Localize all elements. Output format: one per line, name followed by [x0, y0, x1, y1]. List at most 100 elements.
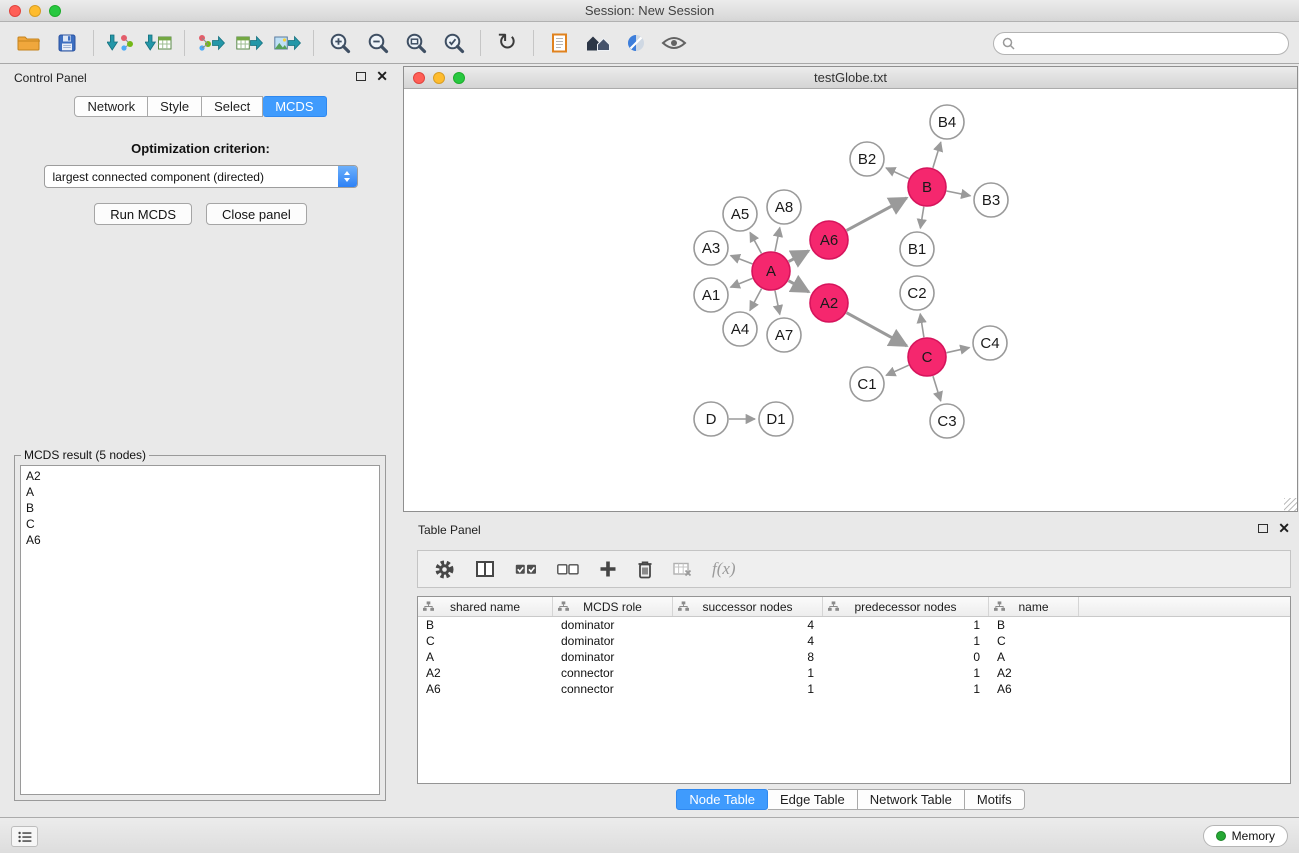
column-header-successor-nodes[interactable]: successor nodes [673, 597, 823, 616]
minimize-network-button[interactable] [433, 72, 445, 84]
table-cell[interactable]: A2 [418, 665, 553, 681]
save-session-button[interactable] [48, 27, 86, 59]
show-hide-button[interactable] [655, 27, 693, 59]
graph-edge-A-A1[interactable] [730, 278, 752, 287]
graph-node-A4[interactable]: A4 [723, 312, 757, 346]
search-field[interactable] [993, 32, 1289, 55]
column-header-predecessor-nodes[interactable]: predecessor nodes [823, 597, 989, 616]
resize-grip-icon[interactable] [1284, 498, 1297, 511]
open-file-button[interactable] [10, 27, 48, 59]
graph-node-D[interactable]: D [694, 402, 728, 436]
graph-node-A3[interactable]: A3 [694, 231, 728, 265]
graph-edge-C-C1[interactable] [886, 365, 909, 375]
table-cell[interactable]: A [989, 649, 1079, 665]
network-graph[interactable]: B4B2BB3A5A8A6B1A3AC2A1A2A4A7C4CC1C3DD1 [404, 90, 1297, 511]
graph-edge-A-A4[interactable] [750, 289, 762, 311]
table-cell[interactable]: 4 [673, 633, 823, 649]
float-panel-icon[interactable] [356, 72, 366, 81]
tab-mcds[interactable]: MCDS [263, 96, 326, 117]
search-input[interactable] [1020, 35, 1280, 51]
maximize-window-button[interactable] [49, 5, 61, 17]
minimize-window-button[interactable] [29, 5, 41, 17]
close-window-button[interactable] [9, 5, 21, 17]
zoom-in-button[interactable] [321, 27, 359, 59]
table-cell[interactable]: 1 [823, 617, 989, 633]
network-canvas[interactable]: B4B2BB3A5A8A6B1A3AC2A1A2A4A7C4CC1C3DD1 [404, 90, 1297, 511]
graph-edge-A-A2[interactable] [789, 281, 809, 292]
table-cell[interactable]: B [989, 617, 1079, 633]
float-table-panel-icon[interactable] [1258, 524, 1268, 533]
graph-node-A8[interactable]: A8 [767, 190, 801, 224]
graph-edge-B-B3[interactable] [947, 191, 971, 196]
table-row[interactable]: Bdominator41B [418, 617, 1290, 633]
import-network-file-button[interactable] [101, 27, 139, 59]
graph-node-C[interactable]: C [908, 338, 946, 376]
graph-node-A2[interactable]: A2 [810, 284, 848, 322]
table-cell[interactable]: dominator [553, 633, 673, 649]
graph-node-B3[interactable]: B3 [974, 183, 1008, 217]
graph-node-A7[interactable]: A7 [767, 318, 801, 352]
tab-select[interactable]: Select [202, 96, 263, 117]
tab-style[interactable]: Style [148, 96, 202, 117]
mcds-result-item[interactable]: C [26, 516, 374, 532]
tab-motifs[interactable]: Motifs [965, 789, 1025, 810]
graph-edge-C-C2[interactable] [920, 314, 924, 337]
memory-button[interactable]: Memory [1203, 825, 1288, 847]
table-cell[interactable]: dominator [553, 649, 673, 665]
table-cell[interactable]: connector [553, 665, 673, 681]
zoom-fit-button[interactable] [397, 27, 435, 59]
column-header-MCDS-role[interactable]: MCDS role [553, 597, 673, 616]
graph-edge-A-A7[interactable] [775, 291, 780, 315]
maximize-network-button[interactable] [453, 72, 465, 84]
run-mcds-button[interactable]: Run MCDS [94, 203, 192, 225]
table-cell[interactable]: 1 [823, 665, 989, 681]
table-row[interactable]: A6connector11A6 [418, 681, 1290, 697]
graph-node-B1[interactable]: B1 [900, 232, 934, 266]
tab-node-table[interactable]: Node Table [676, 789, 768, 810]
graph-edge-A2-C[interactable] [847, 313, 907, 346]
graph-edge-A-A3[interactable] [731, 256, 753, 264]
graph-node-C4[interactable]: C4 [973, 326, 1007, 360]
mcds-result-item[interactable]: A [26, 484, 374, 500]
table-cell[interactable]: C [418, 633, 553, 649]
table-cell[interactable]: 1 [673, 665, 823, 681]
graph-node-A1[interactable]: A1 [694, 278, 728, 312]
show-columns-button[interactable] [475, 560, 495, 578]
graph-edge-A6-B[interactable] [847, 198, 907, 231]
graph-node-C3[interactable]: C3 [930, 404, 964, 438]
graph-edge-A-A8[interactable] [775, 228, 780, 252]
table-row[interactable]: Adominator80A [418, 649, 1290, 665]
graph-edge-C-C3[interactable] [933, 376, 941, 401]
refresh-layout-button[interactable]: ↻ [488, 27, 526, 59]
export-network-button[interactable] [192, 27, 230, 59]
table-cell[interactable]: A2 [989, 665, 1079, 681]
graph-node-A6[interactable]: A6 [810, 221, 848, 259]
tab-network-table[interactable]: Network Table [858, 789, 965, 810]
graph-node-D1[interactable]: D1 [759, 402, 793, 436]
zoom-out-button[interactable] [359, 27, 397, 59]
graph-edge-B-B4[interactable] [933, 142, 941, 168]
table-cell[interactable]: connector [553, 681, 673, 697]
graph-node-B[interactable]: B [908, 168, 946, 206]
table-cell[interactable]: 1 [673, 681, 823, 697]
table-settings-button[interactable] [434, 559, 455, 580]
optimization-criterion-dropdown[interactable]: largest connected component (directed) [44, 165, 358, 188]
column-header-name[interactable]: name [989, 597, 1079, 616]
table-cell[interactable]: A6 [989, 681, 1079, 697]
close-network-button[interactable] [413, 72, 425, 84]
table-cell[interactable]: 1 [823, 633, 989, 649]
mcds-result-item[interactable]: B [26, 500, 374, 516]
graph-node-C1[interactable]: C1 [850, 367, 884, 401]
graphics-details-button[interactable] [617, 27, 655, 59]
close-table-panel-icon[interactable]: ✕ [1278, 522, 1290, 534]
delete-table-button[interactable] [673, 562, 692, 577]
delete-rows-button[interactable] [637, 560, 653, 579]
select-all-button[interactable] [515, 563, 537, 576]
close-panel-icon[interactable]: ✕ [376, 70, 388, 82]
table-cell[interactable]: 8 [673, 649, 823, 665]
function-builder-button[interactable]: f(x) [712, 559, 736, 579]
table-row[interactable]: A2connector11A2 [418, 665, 1290, 681]
close-panel-button[interactable]: Close panel [206, 203, 307, 225]
mcds-result-item[interactable]: A2 [26, 468, 374, 484]
export-image-button[interactable] [268, 27, 306, 59]
